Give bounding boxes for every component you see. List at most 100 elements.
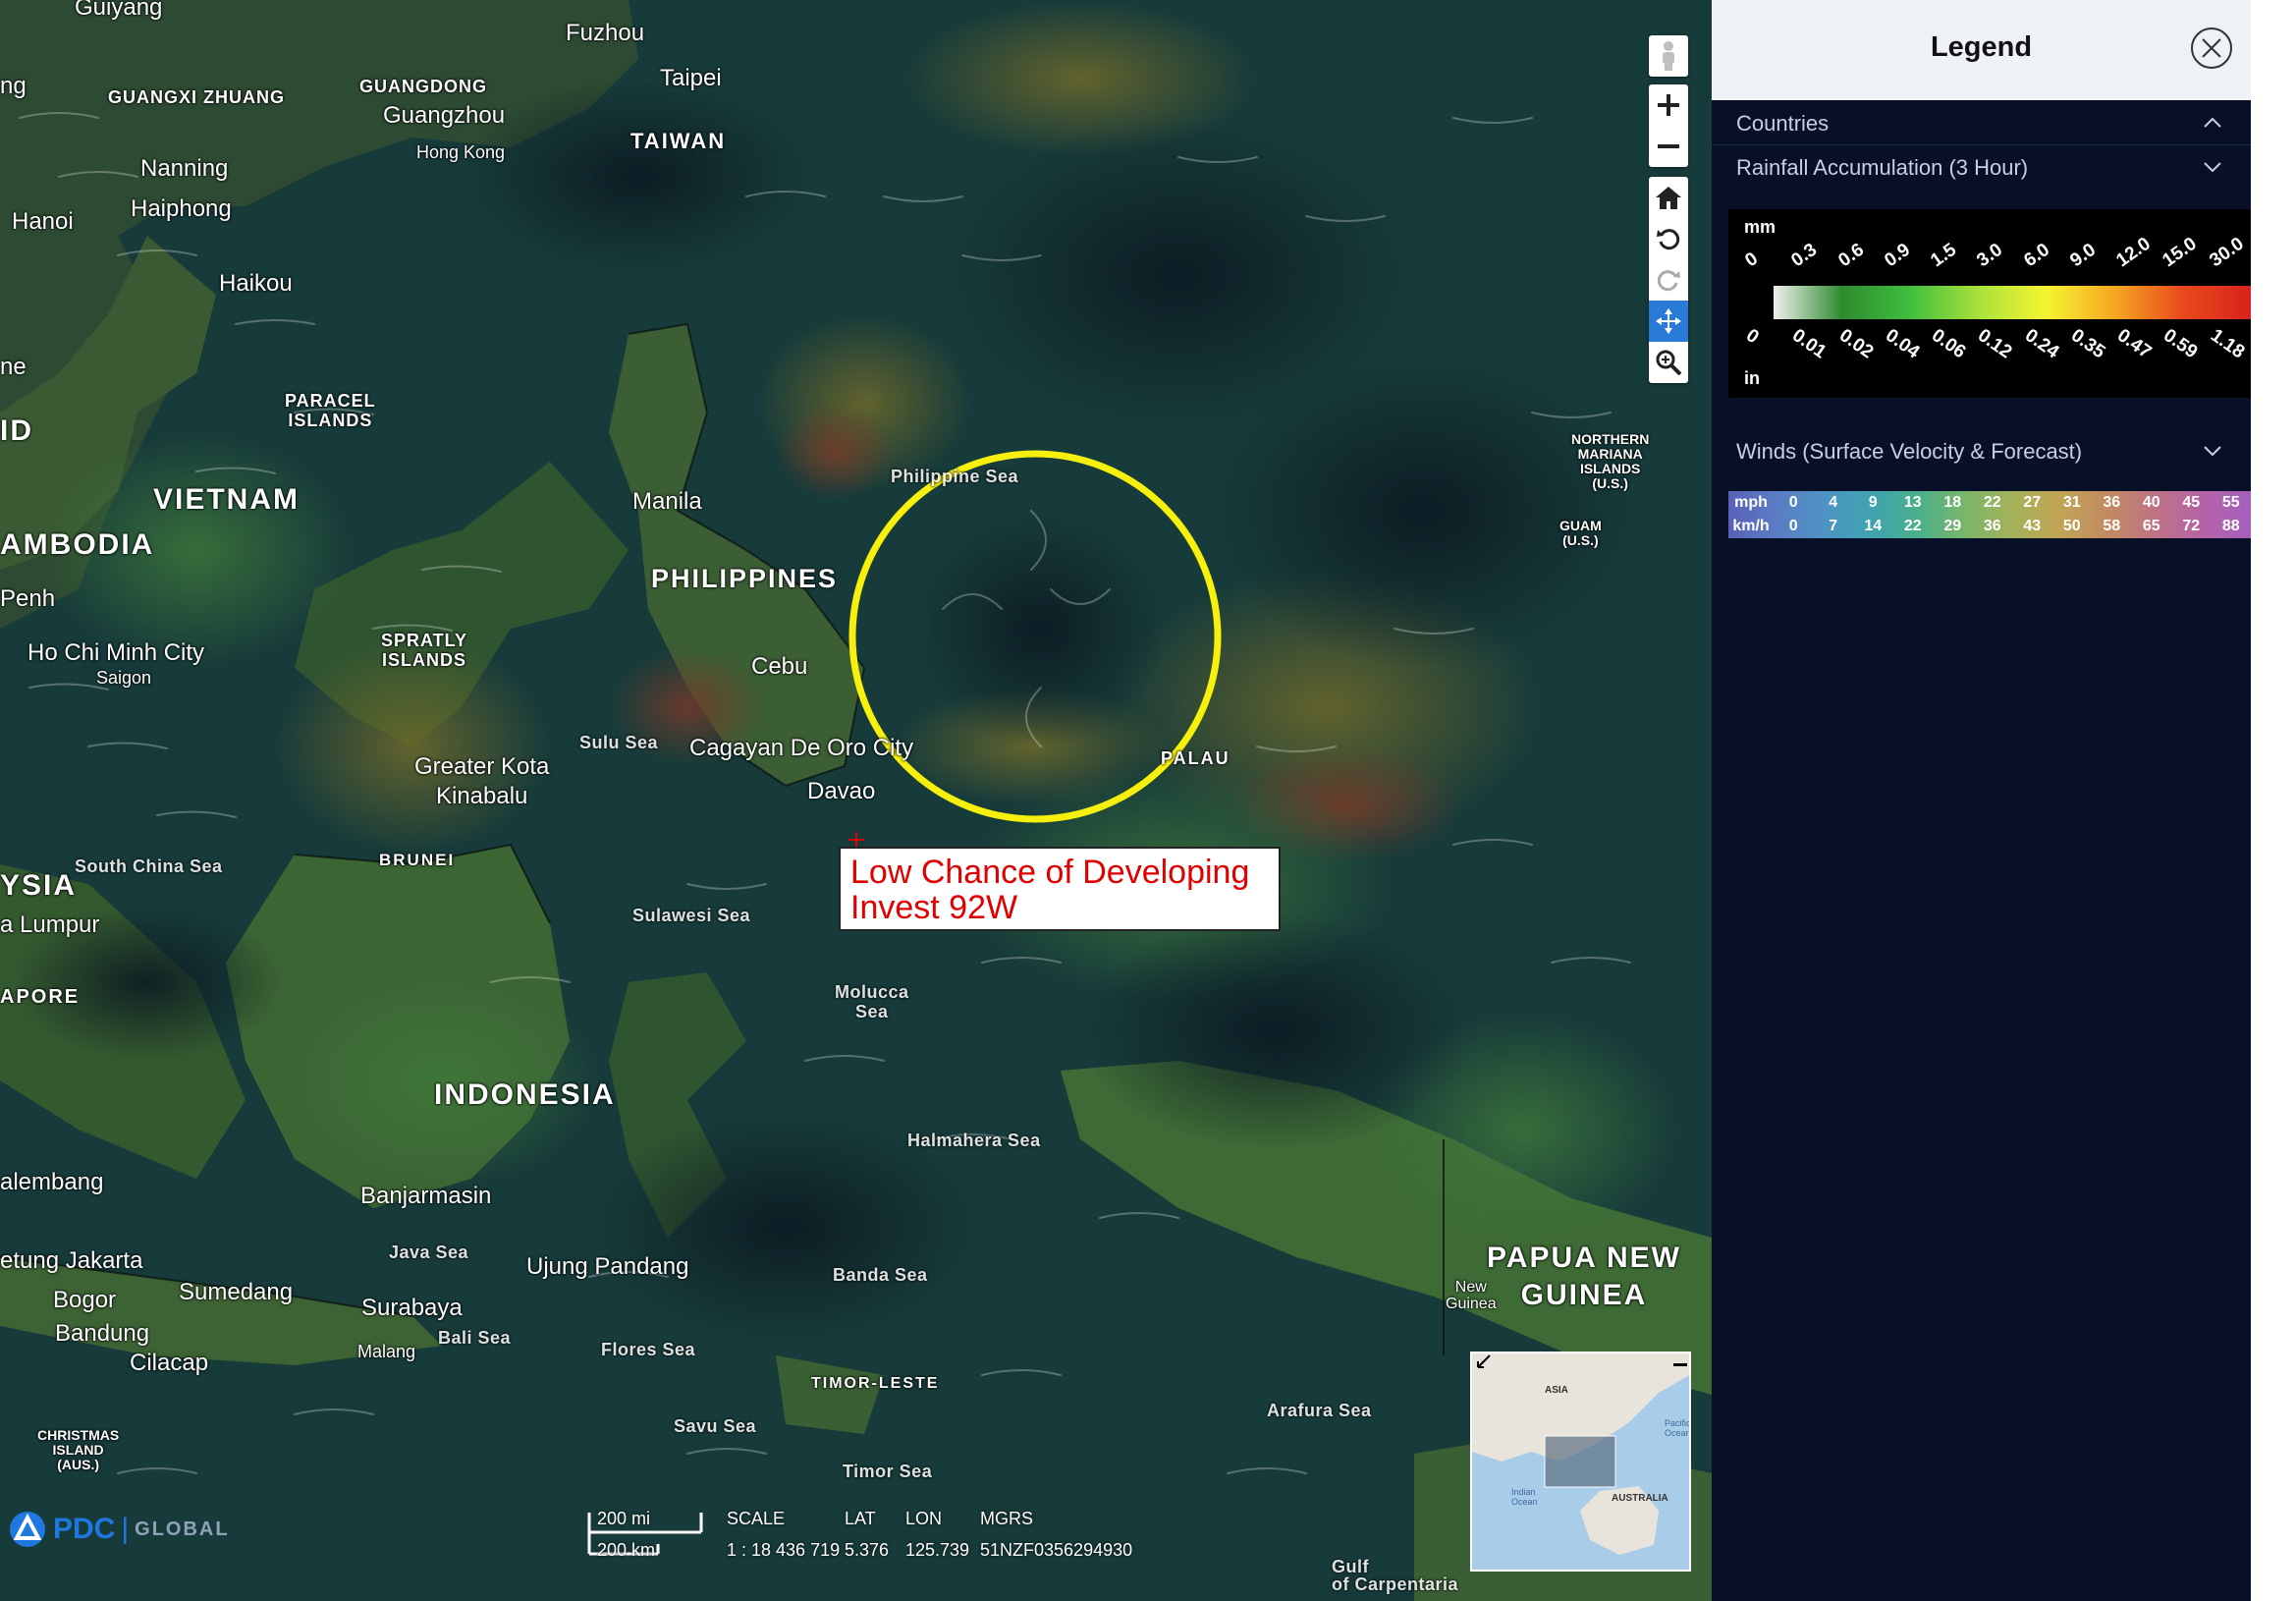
legend-title: Legend	[1930, 31, 2033, 63]
overview-minimap[interactable]: ASIA Pacific Ocean Indian Ocean AUSTRALI…	[1470, 1352, 1691, 1572]
legend-section-rainfall[interactable]: Rainfall Accumulation (3 Hour)	[1736, 155, 2028, 181]
wind-kmh-cell: 65	[2142, 518, 2160, 534]
region-label: New Guinea	[1446, 1279, 1497, 1312]
city-label: Davao	[807, 778, 876, 804]
sea-label: Timor Sea	[843, 1462, 933, 1481]
country-label: PALAU	[1161, 748, 1230, 768]
rainfall-in-tick: 0.35	[2066, 325, 2109, 363]
country-label: VIETNAM	[153, 483, 300, 516]
wind-scale-table: mph km/h 0 4 9 13 18 22 27 31 36 40 45 55 0 7 14 22 29 36 43…	[1728, 491, 2251, 538]
annotation-line: Low Chance of Developing	[850, 854, 1250, 891]
wind-kmh-cell: 7	[1829, 518, 1838, 534]
wind-mph-label: mph	[1734, 494, 1768, 511]
country-label: ID	[0, 414, 33, 447]
city-label: Guangzhou	[383, 102, 506, 129]
city-label: Saigon	[96, 668, 152, 688]
zoom-out-icon[interactable]	[1649, 126, 1688, 167]
lat-value: 5.376	[845, 1540, 890, 1560]
city-label: a Lumpur	[0, 911, 100, 938]
rainfall-mm-tick: 15.0	[2159, 233, 2202, 272]
city-label: Bogor	[53, 1287, 117, 1313]
logo-brand: PDC	[53, 1513, 116, 1545]
navigation-control	[1649, 177, 1688, 383]
minimap-label: AUSTRALIA	[1612, 1493, 1668, 1504]
zoom-box-icon[interactable]	[1649, 342, 1688, 383]
city-label: Fuzhou	[566, 20, 645, 46]
rainfall-in-tick: 0.02	[1834, 325, 1877, 363]
rainfall-in-tick: 0.59	[2159, 325, 2202, 363]
city-label: Sumedang	[179, 1279, 294, 1305]
country-label: APORE	[0, 986, 81, 1008]
rotate-left-icon[interactable]	[1649, 218, 1688, 259]
rainfall-mm-tick: 3.0	[1973, 239, 2007, 272]
street-view-control[interactable]	[1649, 35, 1688, 77]
wind-mph-cell: 45	[2182, 494, 2201, 511]
country-label: PAPUA NEW GUINEA	[1487, 1242, 1681, 1311]
rainfall-in-tick: 0.06	[1928, 325, 1970, 363]
region-label: CHRISTMAS ISLAND (AUS.)	[37, 1427, 120, 1472]
sea-label: Banda Sea	[833, 1265, 928, 1285]
chevron-down-icon[interactable]	[2203, 160, 2222, 174]
pan-icon[interactable]	[1649, 301, 1688, 342]
rainfall-in-tick: 0.47	[2113, 325, 2156, 363]
street-view-icon[interactable]	[1649, 35, 1688, 77]
rotate-right-icon[interactable]	[1649, 259, 1688, 301]
zoom-control	[1649, 84, 1688, 167]
legend-section-winds[interactable]: Winds (Surface Velocity & Forecast)	[1736, 439, 2082, 465]
rainfall-mm-tick: 1.5	[1927, 239, 1961, 272]
rainfall-scale: mm in 0 0.3 0.6 0.9 1.5 3.0 6.0 9.0 12.0 15.0 30.0…	[1728, 209, 2294, 398]
sea-label: Savu Sea	[674, 1416, 757, 1436]
minimap-collapse-icon	[1673, 1363, 1687, 1366]
city-label: alembang	[0, 1169, 104, 1195]
wind-mph-cell: 31	[2062, 494, 2081, 511]
city-label: Greater Kota Kinabalu	[414, 753, 550, 809]
chevron-down-icon[interactable]	[2203, 444, 2222, 458]
rainfall-mm-tick: 9.0	[2066, 239, 2100, 272]
wind-mph-cell: 4	[1829, 494, 1838, 511]
wind-kmh-cell: 88	[2221, 518, 2240, 534]
city-label: Cebu	[751, 653, 808, 680]
sea-label: Sulawesi Sea	[632, 906, 751, 925]
city-label: Taipei	[660, 65, 722, 91]
city-label: Haikou	[219, 270, 293, 297]
sea-label: Java Sea	[389, 1242, 469, 1262]
sea-label: Molucca Sea	[835, 982, 909, 1021]
chevron-up-icon[interactable]	[2203, 116, 2222, 130]
close-icon[interactable]	[2190, 27, 2233, 70]
legend-section-countries[interactable]: Countries	[1736, 111, 1829, 137]
region-label: NORTHERN MARIANA ISLANDS (U.S.)	[1571, 431, 1650, 491]
wind-kmh-cell: 58	[2103, 518, 2121, 534]
region-label: GUANGDONG	[359, 77, 487, 96]
country-label: YSIA	[0, 869, 78, 902]
home-icon[interactable]	[1649, 177, 1688, 218]
sea-label: Halmahera Sea	[907, 1131, 1041, 1150]
rainfall-unit-mm: mm	[1744, 217, 1777, 237]
sea-label: South China Sea	[75, 856, 223, 876]
region-label: GUAM (U.S.)	[1559, 518, 1602, 548]
divider	[1712, 144, 2251, 145]
scale-km: 200 km	[597, 1540, 656, 1560]
city-label: Nanning	[140, 155, 229, 182]
mgrs-label: MGRS	[980, 1509, 1033, 1528]
sea-label: Bali Sea	[438, 1328, 512, 1348]
annotation-line: Invest 92W	[850, 889, 1018, 926]
legend-header: Legend	[1712, 0, 2251, 100]
wind-kmh-cell: 72	[2182, 518, 2201, 534]
city-label: Ujung Pandang	[526, 1253, 689, 1280]
sea-label: Arafura Sea	[1267, 1401, 1372, 1420]
map-view[interactable]: Guiyang Fuzhou Taipei GUANGXI ZHUANG GUA…	[0, 0, 1712, 1601]
rainfall-mm-tick: 0.3	[1787, 239, 1822, 272]
legend-panel: Legend Countries Rainfall Accumulation (…	[1712, 0, 2294, 1601]
scrollbar[interactable]	[2251, 0, 2296, 1601]
rainfall-in-tick: 0.01	[1788, 325, 1831, 363]
country-label: TIMOR-LESTE	[811, 1375, 940, 1392]
city-label: Hanoi	[12, 208, 74, 235]
zoom-in-icon[interactable]	[1649, 84, 1688, 126]
scale-miles: 200 mi	[597, 1509, 651, 1528]
city-label: Manila	[632, 488, 702, 515]
country-label: TAIWAN	[630, 129, 727, 153]
wind-mph-cell: 22	[1983, 494, 2001, 511]
pdc-logo: PDC | GLOBAL	[8, 1511, 230, 1548]
minimap-label: Pacific Ocean	[1665, 1418, 1691, 1438]
city-label: Penh	[0, 585, 56, 612]
